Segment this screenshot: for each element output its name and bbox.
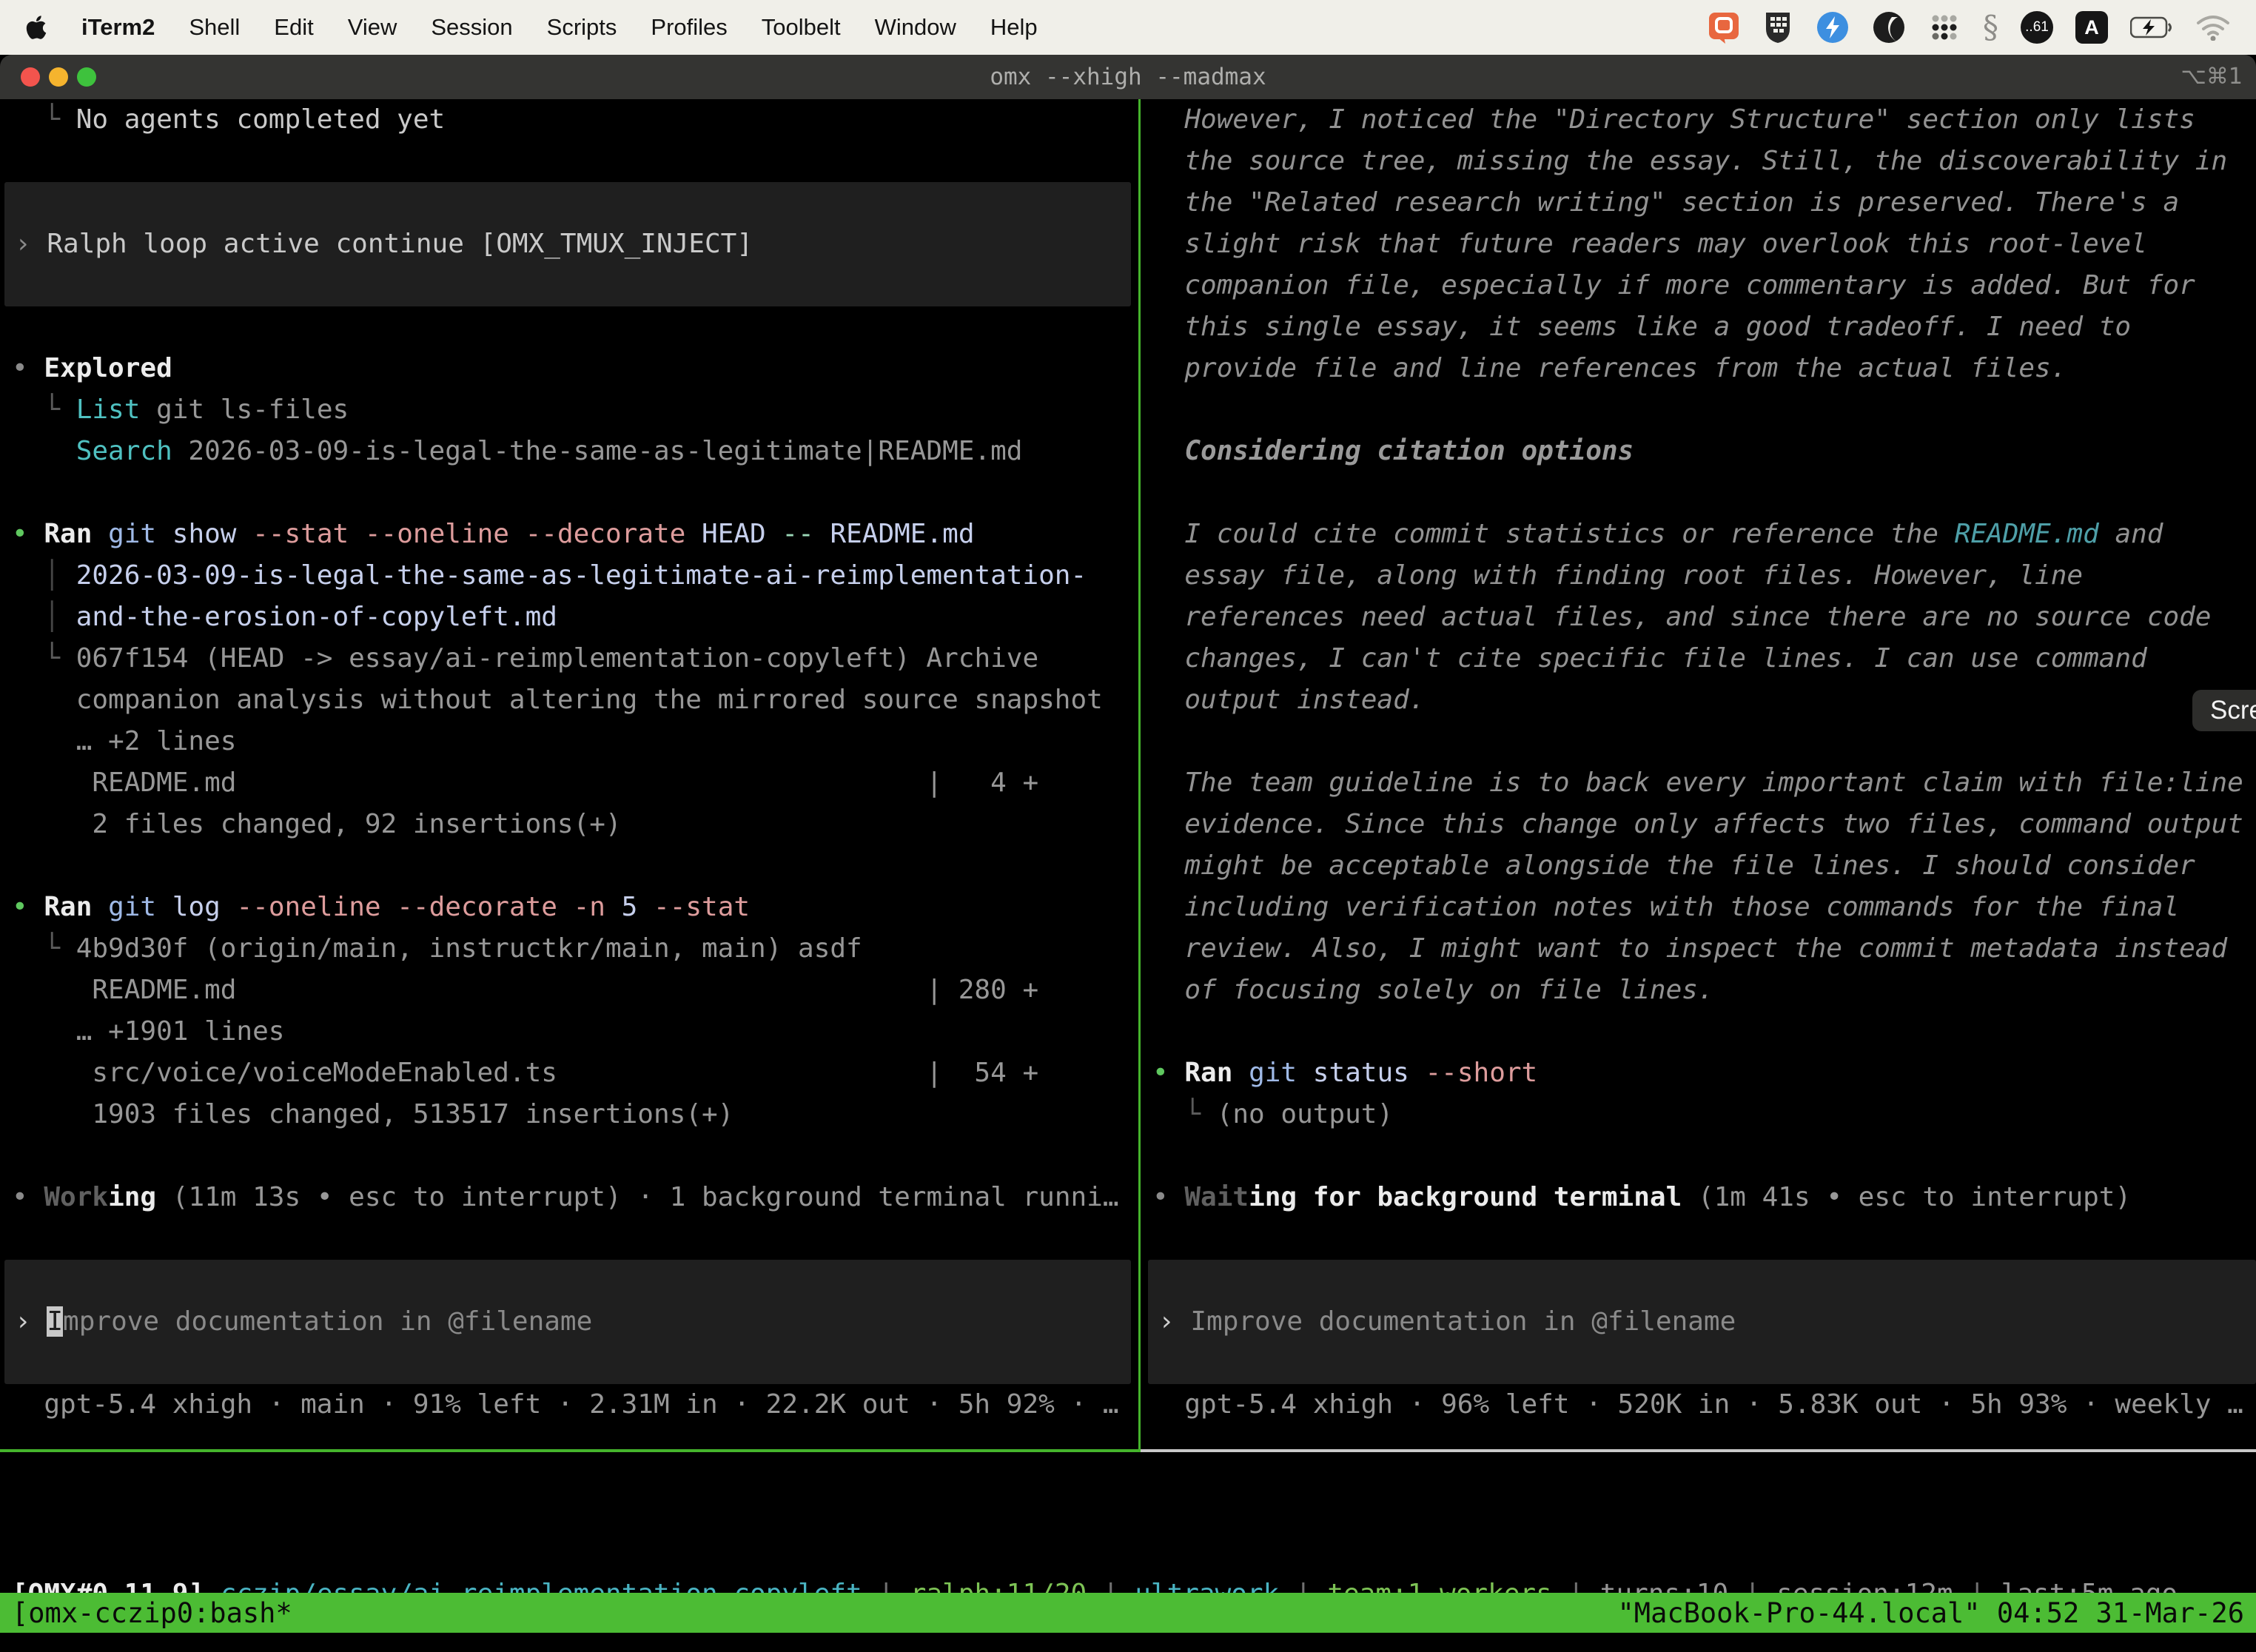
menu-item-shell[interactable]: Shell — [189, 14, 240, 41]
terminal-blank-line — [1141, 721, 2256, 762]
terminal-line: • Working (11m 13s • esc to interrupt) ·… — [0, 1177, 1138, 1218]
menu-item-toolbelt[interactable]: Toolbelt — [762, 14, 841, 41]
composer-input[interactable]: › Improve documentation in @filename — [4, 1260, 1131, 1384]
terminal-line: 1903 files changed, 513517 insertions(+) — [0, 1094, 1138, 1135]
terminal-line: README.md | 280 + — [0, 970, 1138, 1011]
menu-item-iterm2[interactable]: iTerm2 — [81, 14, 155, 41]
terminal-blank-line — [1141, 1135, 2256, 1177]
terminal-line: review. Also, I might want to inspect th… — [1141, 928, 2256, 970]
terminal-line: └ 4b9d30f (origin/main, instructkr/main,… — [0, 928, 1138, 970]
terminal-blank-line — [1141, 1011, 2256, 1052]
terminal-line: • Explored — [0, 348, 1138, 389]
terminal-blank-line — [1141, 472, 2256, 514]
menu-item-scripts[interactable]: Scripts — [547, 14, 617, 41]
terminal-line: … +1901 lines — [0, 1011, 1138, 1052]
terminal-line: the source tree, missing the essay. Stil… — [1141, 141, 2256, 182]
terminal-line: … +2 lines — [0, 721, 1138, 762]
screen: iTerm2 Shell Edit View Session Scripts Profile… — [0, 0, 2256, 1652]
chat-app-icon[interactable] — [1708, 11, 1740, 44]
terminal-line: evidence. Since this change only affects… — [1141, 804, 2256, 845]
badge-61-icon[interactable]: ..61 — [2021, 11, 2053, 44]
menubar-status-icons: § ..61 A — [1708, 10, 2231, 44]
terminal-line: src/voice/voiceModeEnabled.ts | 54 + — [0, 1052, 1138, 1094]
menu-item-window[interactable]: Window — [875, 14, 956, 41]
menu-item-help[interactable]: Help — [990, 14, 1038, 41]
terminal-blank-line — [0, 1218, 1138, 1260]
menu-item-session[interactable]: Session — [431, 14, 512, 41]
tmux-status-bar: [omx-cczip0:bash* "MacBook-Pro-44.local"… — [0, 1593, 2256, 1633]
terminal-line: │ 2026-03-09-is-legal-the-same-as-legiti… — [0, 555, 1138, 597]
terminal-line: │ and-the-erosion-of-copyleft.md — [0, 597, 1138, 638]
menu-item-view[interactable]: View — [348, 14, 397, 41]
window-title-bar: omx --xhigh --madmax ⌥⌘1 — [0, 55, 2256, 99]
terminal-line: • Ran git show --stat --oneline --decora… — [0, 514, 1138, 555]
terminal-line: including verification notes with those … — [1141, 887, 2256, 928]
shield-grid-icon[interactable] — [1762, 10, 1793, 44]
letter-a-icon[interactable]: A — [2075, 11, 2108, 44]
menu-items: iTerm2 Shell Edit View Session Scripts Profile… — [81, 14, 1072, 41]
terminal-line: I could cite commit statistics or refere… — [1141, 514, 2256, 555]
window-shortcut-badge: ⌥⌘1 — [2181, 55, 2243, 99]
terminal-line: provide file and line references from th… — [1141, 348, 2256, 389]
terminal-line: README.md | 4 + — [0, 762, 1138, 804]
terminal-line: changes, I can't cite specific file line… — [1141, 638, 2256, 679]
apple-menu-icon[interactable] — [25, 14, 47, 41]
terminal-blank-line — [0, 472, 1138, 514]
terminal-line: output instead. — [1141, 679, 2256, 721]
terminal-blank-line — [0, 845, 1138, 887]
terminal-area: └ No agents completed yet › Ralph loop ac… — [0, 99, 2256, 1652]
terminal-blank-line — [1141, 389, 2256, 431]
terminal-blank-line — [0, 306, 1138, 348]
terminal-line: slight risk that future readers may over… — [1141, 224, 2256, 265]
terminal-line: The team guideline is to back every impo… — [1141, 762, 2256, 804]
squiggle-icon[interactable]: § — [1983, 12, 1998, 43]
terminal-blank-line — [1141, 1218, 2256, 1260]
tmux-host-clock-label: "MacBook-Pro-44.local" 04:52 31-Mar-26 — [1618, 1597, 2244, 1629]
terminal-line: this single essay, it seems like a good … — [1141, 306, 2256, 348]
terminal-line: of focusing solely on file lines. — [1141, 970, 2256, 1011]
battery-charging-icon[interactable] — [2130, 16, 2173, 38]
wifi-icon[interactable] — [2195, 14, 2231, 41]
crescent-circle-icon[interactable] — [1872, 10, 1906, 44]
terminal-line: └ No agents completed yet — [0, 99, 1138, 141]
menu-item-edit[interactable]: Edit — [274, 14, 313, 41]
composer-input[interactable]: › Ralph loop active continue [OMX_TMUX_I… — [4, 182, 1131, 306]
terminal-line: Search 2026-03-09-is-legal-the-same-as-l… — [0, 431, 1138, 472]
terminal-line: references need actual files, and since … — [1141, 597, 2256, 638]
terminal-line: • Ran git log --oneline --decorate -n 5 … — [0, 887, 1138, 928]
terminal-line: companion analysis without altering the … — [0, 679, 1138, 721]
macos-menu-bar: iTerm2 Shell Edit View Session Scripts Profile… — [0, 0, 2256, 55]
terminal-line: • Ran git status --short — [1141, 1052, 2256, 1094]
terminal-line: Considering citation options — [1141, 431, 2256, 472]
menu-item-profiles[interactable]: Profiles — [651, 14, 727, 41]
terminal-line: └ 067f154 (HEAD -> essay/ai-reimplementa… — [0, 638, 1138, 679]
terminal-line: might be acceptable alongside the file l… — [1141, 845, 2256, 887]
screen-share-tooltip: Scre — [2192, 690, 2256, 731]
left-terminal-pane[interactable]: └ No agents completed yet › Ralph loop ac… — [0, 99, 1138, 1452]
terminal-line: companion file, especially if more comme… — [1141, 265, 2256, 306]
terminal-line: └ (no output) — [1141, 1094, 2256, 1135]
terminal-blank-line — [0, 141, 1138, 182]
terminal-line: └ List git ls-files — [0, 389, 1138, 431]
terminal-line: However, I noticed the "Directory Struct… — [1141, 99, 2256, 141]
terminal-line: 2 files changed, 92 insertions(+) — [0, 804, 1138, 845]
right-terminal-pane[interactable]: However, I noticed the "Directory Struct… — [1141, 99, 2256, 1452]
terminal-line: the "Related research writing" section i… — [1141, 182, 2256, 224]
terminal-line: gpt-5.4 xhigh · 96% left · 520K in · 5.8… — [1141, 1384, 2256, 1426]
terminal-line: gpt-5.4 xhigh · main · 91% left · 2.31M … — [0, 1384, 1138, 1426]
dots-grid-icon[interactable] — [1928, 11, 1961, 44]
terminal-blank-line — [0, 1135, 1138, 1177]
terminal-line: • Waiting for background terminal (1m 41… — [1141, 1177, 2256, 1218]
tmux-session-label: [omx-cczip0:bash* — [12, 1597, 292, 1629]
composer-input[interactable]: › Improve documentation in @filename — [1148, 1260, 2256, 1384]
blue-bolt-badge-icon[interactable] — [1816, 10, 1850, 44]
terminal-line: essay file, along with finding root file… — [1141, 555, 2256, 597]
window-title: omx --xhigh --madmax — [0, 55, 2256, 99]
